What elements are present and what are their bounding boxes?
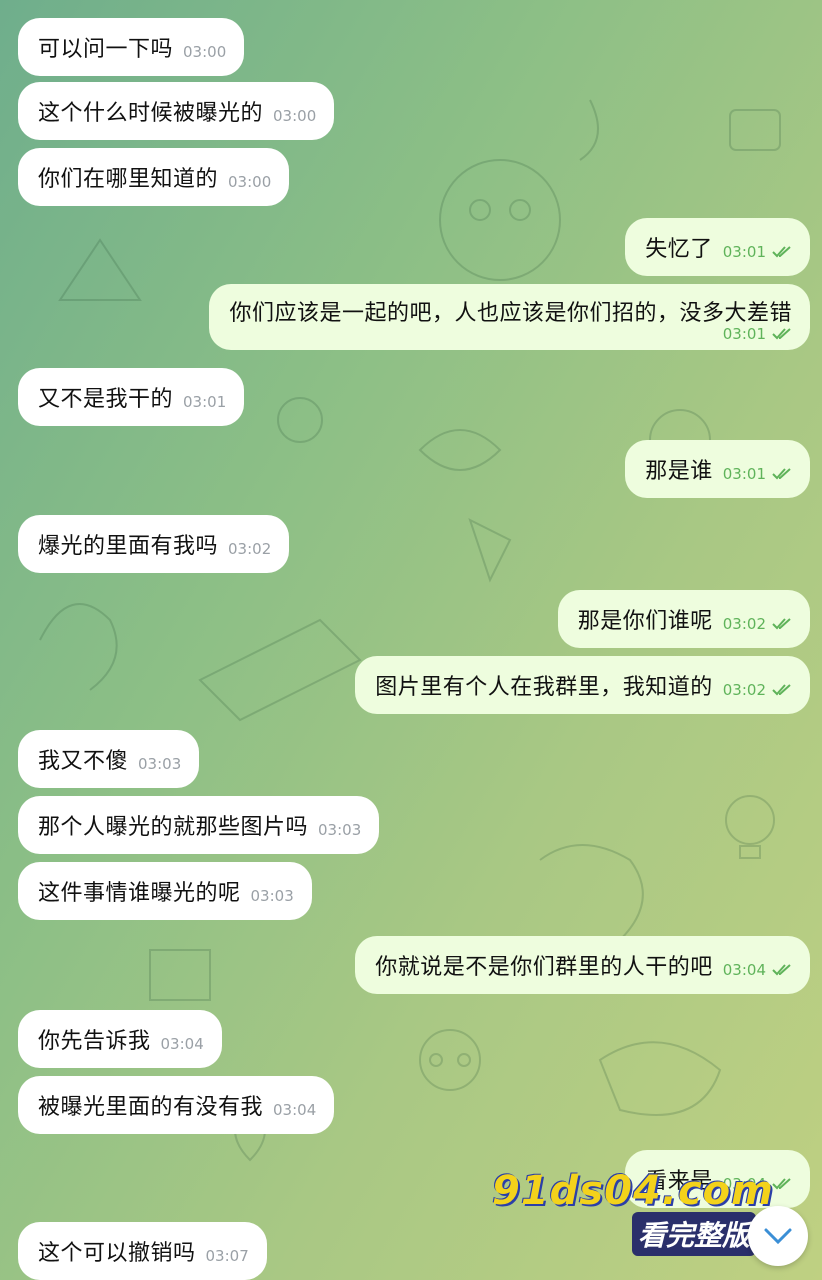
message-text: 又不是我干的 <box>38 387 174 412</box>
message-text: 被曝光里面的有没有我 <box>38 1095 264 1120</box>
message-time: 03:02 <box>722 615 766 633</box>
outgoing-message[interactable]: 你就说是不是你们群里的人干的吧 03:04 <box>355 936 810 994</box>
message-text: 你先告诉我 <box>38 1029 151 1054</box>
double-check-icon <box>772 328 791 340</box>
message-time: 03:01 <box>183 393 227 411</box>
message-text: 这个什么时候被曝光的 <box>38 101 264 126</box>
incoming-message[interactable]: 这个什么时候被曝光的 03:00 <box>18 82 335 140</box>
message-text: 这件事情谁曝光的呢 <box>38 881 241 906</box>
message-time: 03:07 <box>205 1247 249 1265</box>
outgoing-message[interactable]: 失忆了 03:01 <box>625 218 810 276</box>
message-time: 03:03 <box>318 821 362 839</box>
incoming-message[interactable]: 这个可以撤销吗 03:07 <box>18 1222 267 1280</box>
incoming-message[interactable]: 你们在哪里知道的 03:00 <box>18 148 290 206</box>
message-text: 你就说是不是你们群里的人干的吧 <box>375 955 713 980</box>
message-text: 爆光的里面有我吗 <box>38 534 219 559</box>
message-time: 03:01 <box>722 325 766 343</box>
chevron-down-icon <box>764 1228 792 1245</box>
incoming-message[interactable]: 可以问一下吗 03:00 <box>18 18 245 76</box>
incoming-message[interactable]: 又不是我干的 03:01 <box>18 368 245 426</box>
message-list[interactable]: 可以问一下吗 03:00 这个什么时候被曝光的 03:00 你们在哪里知道的 03:00 失… <box>0 0 822 1280</box>
message-time: 03:00 <box>273 107 317 125</box>
message-text: 可以问一下吗 <box>38 37 174 62</box>
outgoing-message[interactable]: 那是你们谁呢 03:02 <box>557 590 810 648</box>
message-text: 那是谁 <box>645 459 713 484</box>
incoming-message[interactable]: 那个人曝光的就那些图片吗 03:03 <box>18 796 380 854</box>
double-check-icon <box>772 468 791 480</box>
watermark-site: 91ds04.com <box>492 1168 774 1214</box>
incoming-message[interactable]: 被曝光里面的有没有我 03:04 <box>18 1076 335 1134</box>
message-time: 03:03 <box>250 887 294 905</box>
outgoing-message[interactable]: 图片里有个人在我群里，我知道的 03:02 <box>355 656 810 714</box>
message-text: 那个人曝光的就那些图片吗 <box>38 815 309 840</box>
message-time: 03:00 <box>183 43 227 61</box>
message-text: 图片里有个人在我群里，我知道的 <box>375 675 713 700</box>
double-check-icon <box>772 618 791 630</box>
message-time: 03:04 <box>722 961 766 979</box>
outgoing-message[interactable]: 你们应该是一起的吧，人也应该是你们招的，没多大差错 03:01 <box>209 284 810 350</box>
message-time: 03:04 <box>160 1035 204 1053</box>
message-time: 03:04 <box>273 1101 317 1119</box>
message-text: 我又不傻 <box>38 749 129 774</box>
double-check-icon <box>772 1178 791 1190</box>
watermark-caption: 看完整版 <box>632 1212 757 1256</box>
message-text: 这个可以撤销吗 <box>38 1241 196 1266</box>
message-text: 那是你们谁呢 <box>577 609 713 634</box>
message-text: 你们在哪里知道的 <box>38 167 219 192</box>
message-time: 03:02 <box>722 681 766 699</box>
incoming-message[interactable]: 这件事情谁曝光的呢 03:03 <box>18 862 312 920</box>
message-time: 03:01 <box>722 243 766 261</box>
double-check-icon <box>772 684 791 696</box>
scroll-down-button[interactable] <box>748 1206 808 1266</box>
message-time: 03:03 <box>138 755 182 773</box>
message-text: 失忆了 <box>645 237 713 262</box>
incoming-message[interactable]: 爆光的里面有我吗 03:02 <box>18 515 290 573</box>
message-time: 03:02 <box>228 540 272 558</box>
incoming-message[interactable]: 你先告诉我 03:04 <box>18 1010 222 1068</box>
incoming-message[interactable]: 我又不傻 03:03 <box>18 730 200 788</box>
message-time: 03:00 <box>228 173 272 191</box>
double-check-icon <box>772 246 791 258</box>
message-text: 你们应该是一起的吧，人也应该是你们招的，没多大差错 <box>229 301 792 326</box>
double-check-icon <box>772 964 791 976</box>
message-time: 03:01 <box>722 465 766 483</box>
outgoing-message[interactable]: 那是谁 03:01 <box>625 440 810 498</box>
